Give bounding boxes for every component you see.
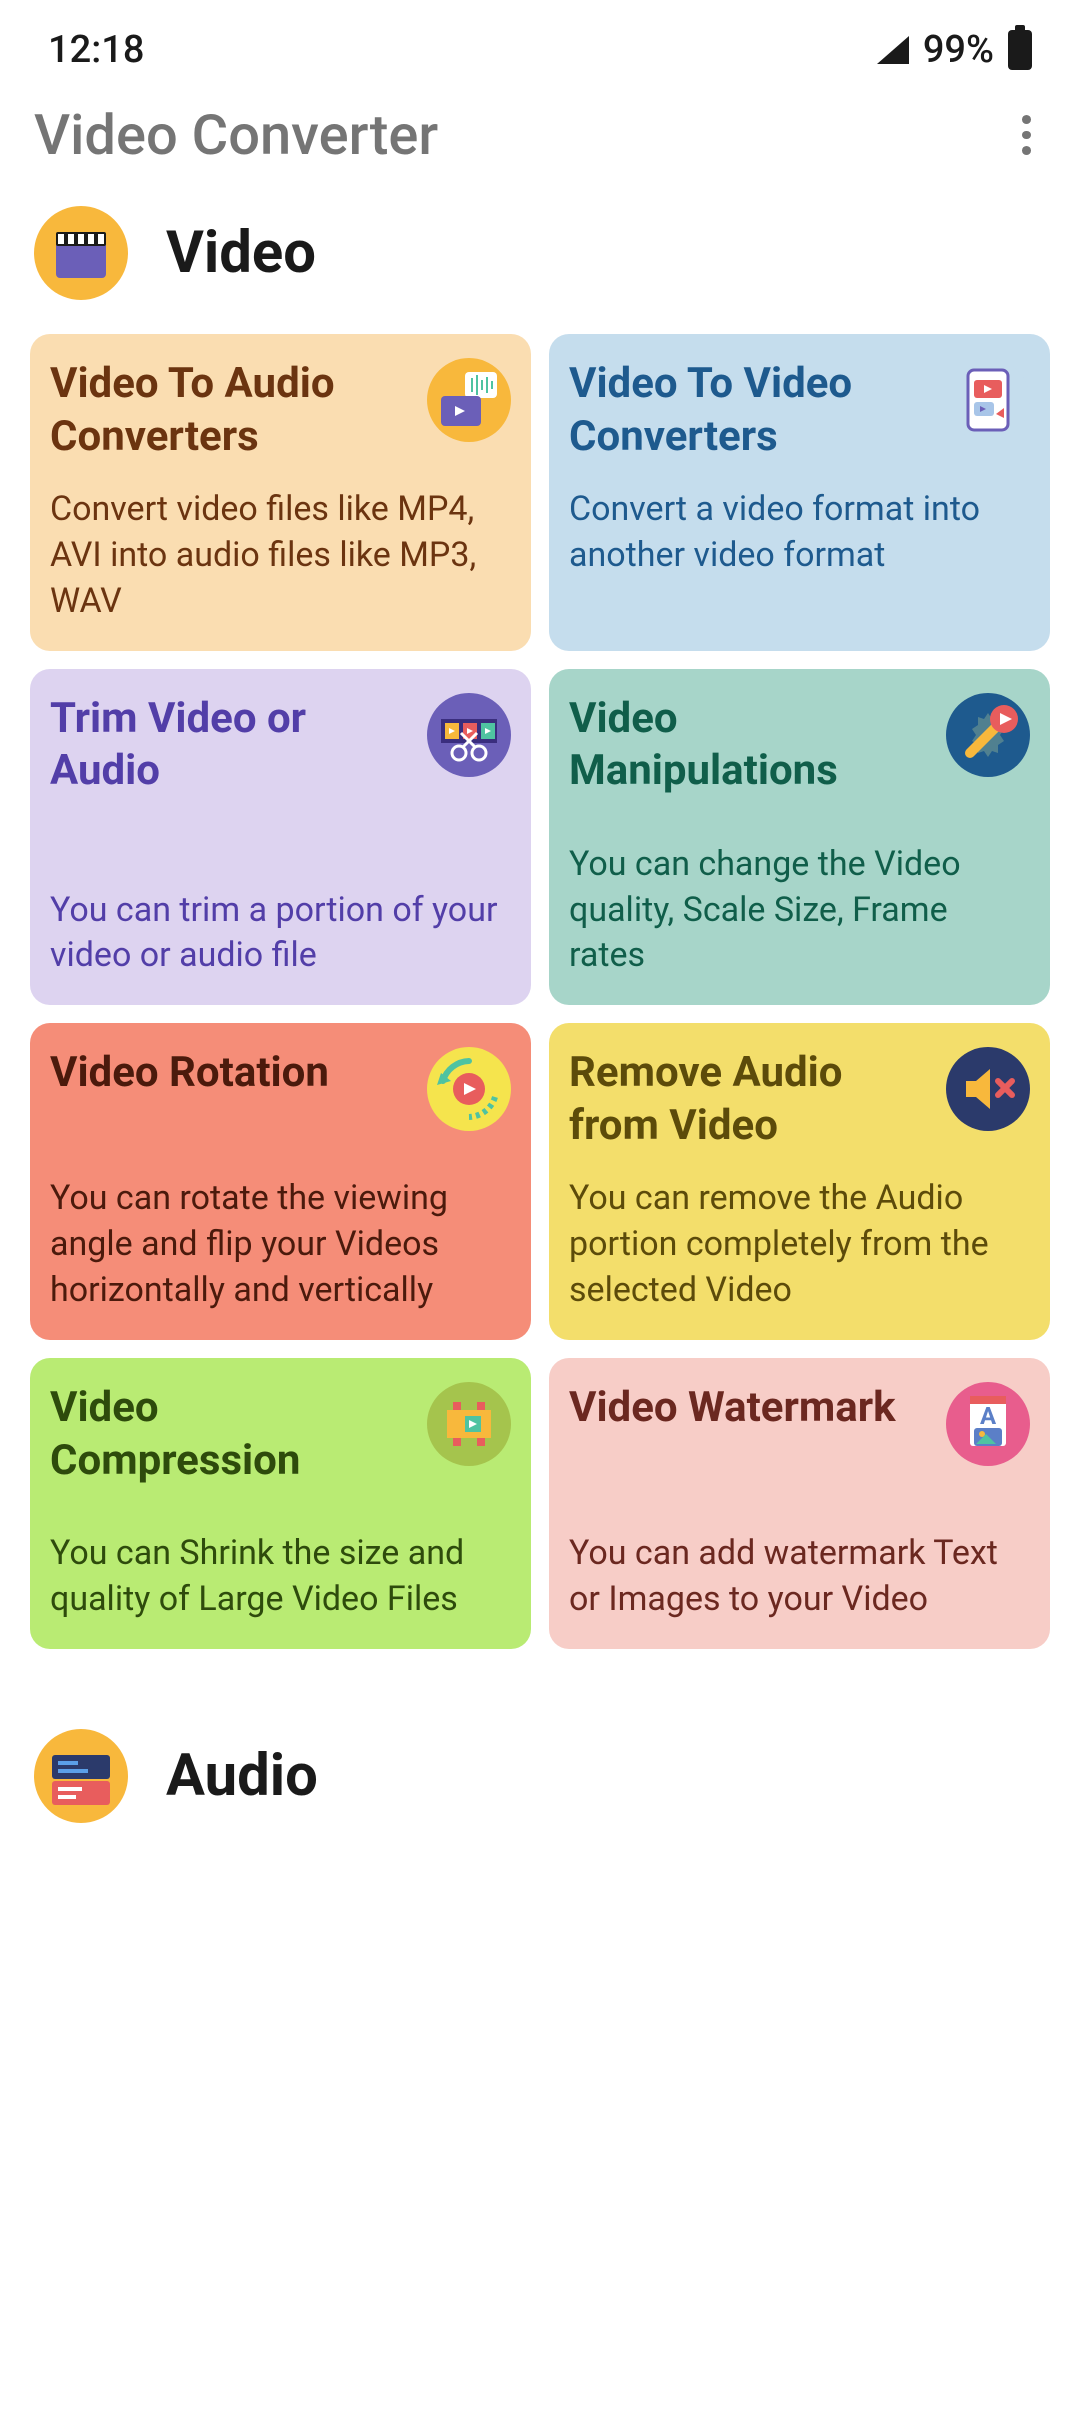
rotation-icon: [427, 1047, 511, 1131]
video-section-header: Video: [0, 198, 1080, 334]
card-video-to-video[interactable]: Video To Video Converters Convert a vide…: [549, 334, 1050, 651]
card-desc: You can change the Video quality, Scale …: [569, 842, 1030, 980]
signal-icon: [877, 36, 909, 64]
more-options-icon[interactable]: [1006, 115, 1046, 155]
card-title: Video To Video Converters: [569, 358, 946, 463]
card-title: Trim Video or Audio: [50, 693, 427, 798]
card-desc: You can trim a portion of your video or …: [50, 888, 511, 980]
video-section-title: Video: [166, 219, 316, 287]
status-time: 12:18: [48, 28, 144, 72]
card-watermark[interactable]: Video Watermark A You can add watermark …: [549, 1358, 1050, 1649]
video-to-video-icon: [946, 358, 1030, 442]
watermark-icon: A: [946, 1382, 1030, 1466]
audio-section-icon: [34, 1729, 128, 1823]
trim-icon: [427, 693, 511, 777]
app-title: Video Converter: [34, 102, 438, 168]
card-title: Video To Audio Converters: [50, 358, 427, 463]
card-desc: You can Shrink the size and quality of L…: [50, 1531, 511, 1623]
battery-icon: [1008, 30, 1032, 70]
cards-grid: Video To Audio Converters Convert video …: [0, 334, 1080, 1649]
card-trim[interactable]: Trim Video or Audio Yo: [30, 669, 531, 1006]
battery-percentage: 99%: [923, 28, 994, 72]
card-desc: Convert a video format into another vide…: [569, 487, 1030, 579]
card-rotation[interactable]: Video Rotation You can rotate the viewin…: [30, 1023, 531, 1340]
card-title: Video Manipulations: [569, 693, 946, 798]
card-compression[interactable]: Video Compression You can Shrink the siz…: [30, 1358, 531, 1649]
card-desc: You can add watermark Text or Images to …: [569, 1531, 1030, 1623]
svg-text:A: A: [980, 1402, 997, 1430]
compression-icon: [427, 1382, 511, 1466]
card-title: Remove Audio from Video: [569, 1047, 946, 1152]
status-right: 99%: [877, 28, 1032, 72]
card-title: Video Compression: [50, 1382, 427, 1487]
card-manipulations[interactable]: Video Manipulations You can change the V…: [549, 669, 1050, 1006]
app-header: Video Converter: [0, 92, 1080, 198]
video-to-audio-icon: [427, 358, 511, 442]
manipulation-icon: [946, 693, 1030, 777]
audio-section-header: Audio: [0, 1721, 1080, 1857]
video-section-icon: [34, 206, 128, 300]
card-title: Video Rotation: [50, 1047, 427, 1100]
card-desc: You can rotate the viewing angle and fli…: [50, 1176, 511, 1314]
card-video-to-audio[interactable]: Video To Audio Converters Convert video …: [30, 334, 531, 651]
card-title: Video Watermark: [569, 1382, 946, 1435]
audio-section-title: Audio: [166, 1742, 318, 1810]
status-bar: 12:18 99%: [0, 0, 1080, 92]
remove-audio-icon: [946, 1047, 1030, 1131]
card-desc: You can remove the Audio portion complet…: [569, 1176, 1030, 1314]
card-desc: Convert video files like MP4, AVI into a…: [50, 487, 511, 625]
card-remove-audio[interactable]: Remove Audio from Video You can remove t…: [549, 1023, 1050, 1340]
